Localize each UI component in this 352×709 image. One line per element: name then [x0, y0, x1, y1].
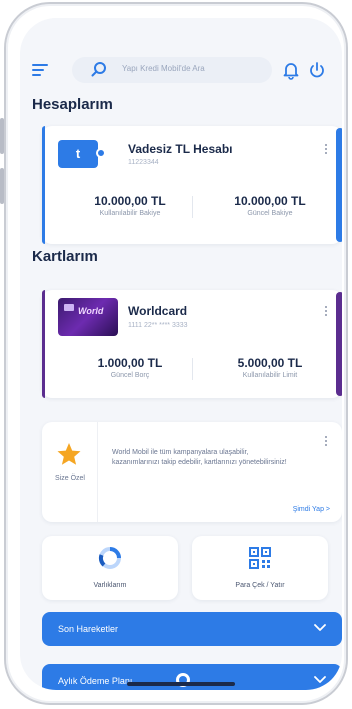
withdraw-deposit-label: Para Çek / Yatır: [235, 582, 285, 589]
menu-icon[interactable]: [32, 64, 48, 76]
cards-section-title: Kartlarım: [32, 248, 98, 265]
account-card[interactable]: t Vadesiz TL Hesabı 11223344 10.000,00 T…: [42, 126, 342, 244]
more-options-icon[interactable]: [324, 436, 328, 450]
credit-card-card[interactable]: World Worldcard 1111 22** **** 3333 1.00…: [42, 290, 342, 398]
account-number: 11223344: [128, 159, 159, 166]
search-placeholder: Yapı Kredi Mobil'de Ara: [122, 64, 205, 73]
app-screen: Yapı Kredi Mobil'de Ara Hesaplarım t Vad…: [20, 18, 342, 690]
star-icon: [57, 443, 81, 465]
monthly-payment-plan-label: Aylık Ödeme Planı: [58, 676, 133, 686]
current-balance-label: Güncel Bakiye: [247, 210, 293, 217]
credit-card-accent: [42, 290, 45, 398]
amount-divider: [192, 196, 193, 218]
search-icon: [91, 62, 106, 77]
current-balance-amount: 10.000,00 TL: [234, 194, 306, 208]
promo-link[interactable]: Şimdi Yap >: [293, 506, 330, 513]
available-limit-label: Kullanılabilir Limit: [242, 372, 298, 379]
bell-icon[interactable]: [282, 60, 300, 80]
assets-button[interactable]: Varlıklarım: [42, 536, 178, 600]
chevron-down-icon: [314, 676, 326, 683]
card-chip-icon: [64, 304, 74, 311]
more-options-icon[interactable]: [324, 144, 328, 158]
credit-card-name: Worldcard: [128, 304, 188, 318]
search-input[interactable]: Yapı Kredi Mobil'de Ara: [72, 57, 272, 83]
available-balance-label: Kullanılabilir Bakiye: [99, 210, 161, 217]
credit-card-image: World: [58, 298, 118, 336]
card-brand-text: World: [78, 306, 104, 316]
top-bar: Yapı Kredi Mobil'de Ara: [20, 52, 342, 88]
power-icon[interactable]: [308, 60, 326, 80]
account-name: Vadesiz TL Hesabı: [128, 142, 233, 156]
available-limit-amount: 5.000,00 TL: [237, 356, 303, 370]
current-debt-amount: 1.000,00 TL: [97, 356, 163, 370]
credit-card-number: 1111 22** **** 3333: [128, 322, 188, 329]
account-logo-dot: [96, 148, 106, 158]
pie-chart-icon: [98, 547, 121, 569]
current-debt-label: Güncel Borç: [110, 372, 150, 379]
chevron-down-icon: [314, 624, 326, 631]
recent-transactions-label: Son Hareketler: [58, 624, 119, 634]
assets-label: Varlıklarım: [93, 582, 127, 589]
amount-divider: [192, 358, 193, 380]
phone-frame: Yapı Kredi Mobil'de Ara Hesaplarım t Vad…: [4, 2, 348, 705]
next-card-peek[interactable]: [336, 292, 342, 396]
accounts-section-title: Hesaplarım: [32, 96, 113, 113]
next-account-card-peek[interactable]: [336, 128, 342, 242]
account-card-accent: [42, 126, 45, 244]
recent-transactions-accordion[interactable]: Son Hareketler: [42, 612, 342, 646]
promo-card[interactable]: Size Özel World Mobil ile tüm kampanyala…: [42, 422, 342, 522]
available-balance-amount: 10.000,00 TL: [94, 194, 166, 208]
home-indicator[interactable]: [127, 682, 235, 686]
promo-label: Size Özel: [55, 475, 85, 482]
more-options-icon[interactable]: [324, 306, 328, 320]
account-logo: t: [58, 140, 98, 168]
qr-code-icon: [249, 547, 271, 569]
withdraw-deposit-button[interactable]: Para Çek / Yatır: [192, 536, 328, 600]
promo-badge: Size Özel: [42, 422, 98, 522]
monthly-payment-plan-accordion[interactable]: Aylık Ödeme Planı: [42, 664, 342, 690]
promo-text: World Mobil ile tüm kampanyalara ulaşabi…: [112, 449, 287, 466]
